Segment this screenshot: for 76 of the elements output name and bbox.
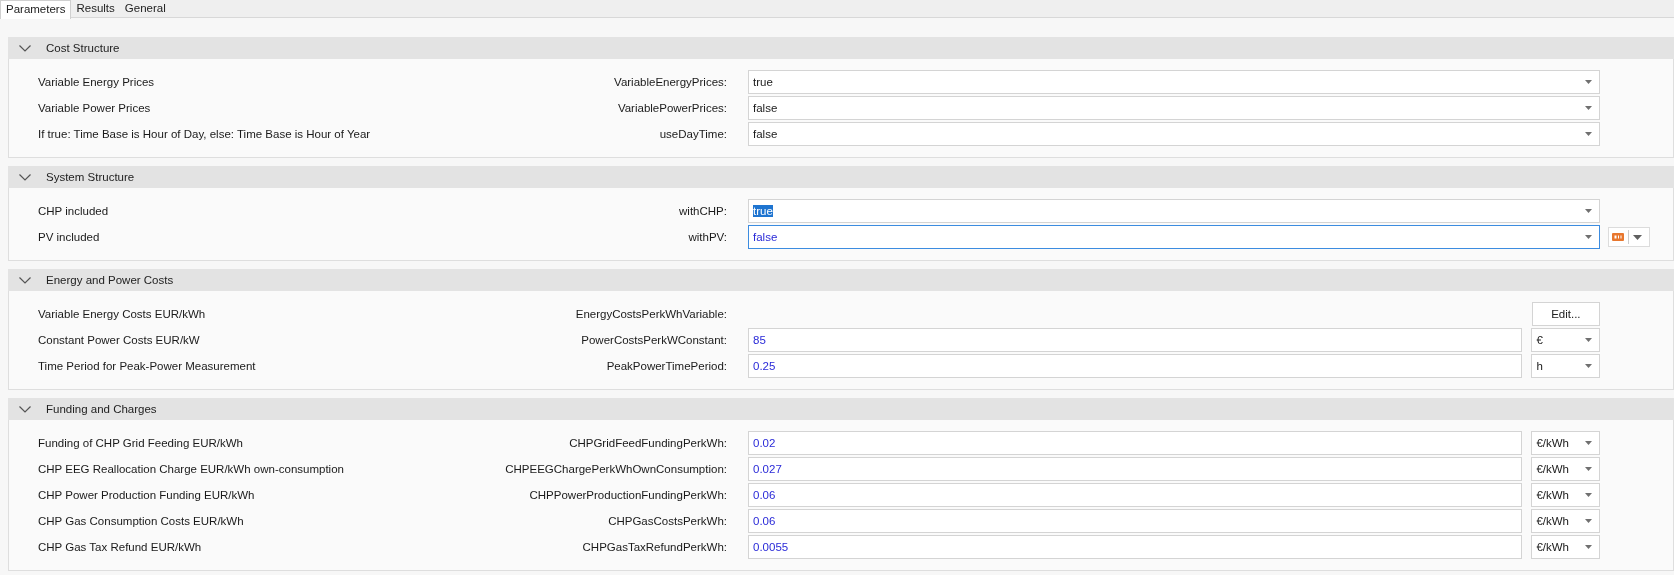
parameter-key: VariablePowerPrices: (496, 102, 727, 114)
edit-button[interactable]: Edit... (1531, 302, 1600, 326)
caret-icon (1585, 545, 1592, 549)
section-title: Energy and Power Costs (46, 274, 174, 286)
parameter-label: CHP Power Production Funding EUR/kWh (38, 489, 256, 501)
input-field[interactable]: 85 (748, 328, 1523, 352)
parameter-label: Funding of CHP Grid Feeding EUR/kWh (38, 437, 244, 449)
parameter-label: CHP included (38, 205, 110, 217)
parameter-label: If true: Time Base is Hour of Day, else: Time Base is Hour of Year (38, 128, 372, 140)
unit-dropdown[interactable]: €/kWh (1531, 457, 1600, 481)
section-title: Cost Structure (46, 42, 120, 54)
section-header[interactable]: Cost Structure (8, 37, 1674, 59)
caret-icon (1585, 235, 1592, 239)
caret-icon (1585, 106, 1592, 110)
parameter-label: Constant Power Costs EUR/kW (38, 334, 201, 346)
input-field[interactable]: 0.0055 (748, 535, 1523, 559)
caret-icon (1585, 80, 1592, 84)
caret-icon (1585, 209, 1592, 213)
parameter-key: withPV: (496, 231, 727, 243)
caret-icon (1585, 441, 1592, 445)
section-header[interactable]: System Structure (8, 166, 1674, 188)
parameter-key: CHPGasTaxRefundPerkWh: (496, 541, 727, 553)
tab[interactable]: Results (71, 0, 120, 17)
parameter-label: Variable Energy Prices (38, 76, 156, 88)
parameter-label: Variable Power Prices (38, 102, 152, 114)
unit-dropdown[interactable]: €/kWh (1531, 535, 1600, 559)
chevron-icon (19, 173, 31, 181)
parameter-key: CHPEEGChargePerkWhOwnConsumption: (496, 463, 727, 475)
caret-icon (1633, 234, 1642, 240)
parameter-key: useDayTime: (496, 128, 727, 140)
parameter-label: CHP Gas Tax Refund EUR/kWh (38, 541, 203, 553)
input-field[interactable]: 0.06 (748, 483, 1523, 507)
parameter-label: Time Period for Peak-Power Measurement (38, 360, 257, 372)
parameter-key: VariableEnergyPrices: (496, 76, 727, 88)
parameter-key: CHPPowerProductionFundingPerkWh: (496, 489, 727, 501)
parameter-key: CHPGridFeedFundingPerkWh: (496, 437, 727, 449)
section-header[interactable]: Funding and Charges (8, 398, 1674, 420)
section-header[interactable]: Energy and Power Costs (8, 269, 1674, 291)
parameter-key: CHPGasCostsPerkWh: (496, 515, 727, 527)
caret-icon (1585, 467, 1592, 471)
dropdown[interactable]: false (748, 225, 1600, 249)
action-split-button[interactable] (1608, 227, 1650, 247)
caret-icon (1585, 364, 1592, 368)
dropdown[interactable]: true (748, 199, 1600, 223)
parameter-key: withCHP: (496, 205, 727, 217)
input-field[interactable]: 0.027 (748, 457, 1523, 481)
parameter-label: CHP EEG Reallocation Charge EUR/kWh own-consumption (38, 463, 345, 475)
caret-icon (1585, 132, 1592, 136)
parameter-key: EnergyCostsPerkWhVariable: (496, 308, 727, 320)
parameter-key: PowerCostsPerkWConstant: (496, 334, 727, 346)
chevron-icon (19, 276, 31, 284)
parameter-key: PeakPowerTimePeriod: (496, 360, 727, 372)
unit-dropdown[interactable]: € (1531, 328, 1600, 352)
dropdown[interactable]: true (748, 70, 1600, 94)
input-field[interactable]: 0.25 (748, 354, 1523, 378)
parameter-label: PV included (38, 231, 101, 243)
input-field[interactable]: 0.02 (748, 431, 1523, 455)
caret-icon (1585, 519, 1592, 523)
section-title: Funding and Charges (46, 403, 157, 415)
parameter-label: Variable Energy Costs EUR/kWh (38, 308, 207, 320)
dropdown[interactable]: false (748, 122, 1600, 146)
caret-icon (1585, 493, 1592, 497)
tab[interactable]: Parameters (0, 0, 72, 19)
unit-dropdown[interactable]: €/kWh (1531, 431, 1600, 455)
unit-dropdown[interactable]: €/kWh (1531, 509, 1600, 533)
unit-dropdown[interactable]: h (1531, 354, 1600, 378)
chevron-icon (19, 405, 31, 413)
input-field[interactable]: 0.06 (748, 509, 1523, 533)
section-title: System Structure (46, 171, 135, 183)
chevron-icon (19, 44, 31, 52)
unit-dropdown[interactable]: €/kWh (1531, 483, 1600, 507)
tab[interactable]: General (119, 0, 171, 17)
dropdown[interactable]: false (748, 96, 1600, 120)
tag-icon (1612, 233, 1624, 241)
caret-icon (1585, 338, 1592, 342)
parameter-label: CHP Gas Consumption Costs EUR/kWh (38, 515, 245, 527)
